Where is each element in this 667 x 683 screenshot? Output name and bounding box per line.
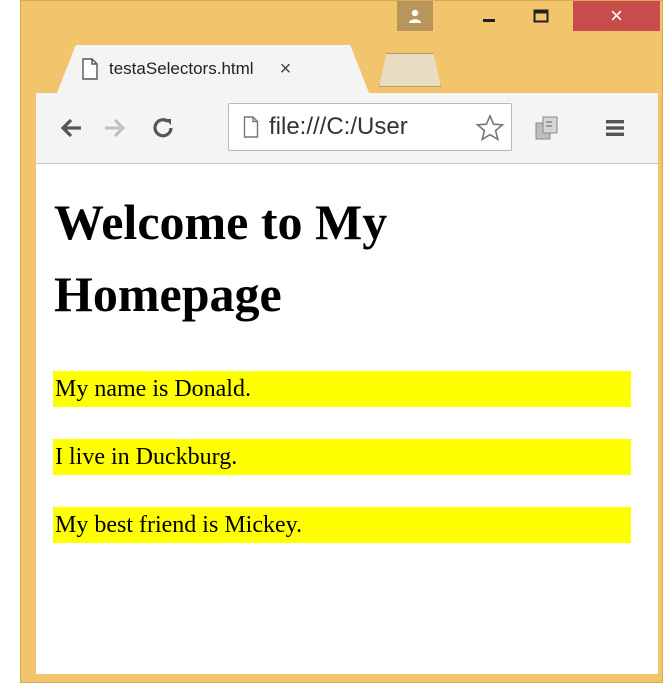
profile-icon (409, 9, 421, 23)
browser-window: × testaSelectors.html × file:///C:/User … (20, 0, 663, 683)
minimize-button[interactable] (469, 1, 509, 31)
menu-icon (606, 120, 624, 136)
maximize-icon (533, 9, 549, 23)
tab-close-button[interactable]: × (280, 58, 292, 81)
browser-toolbar: file:///C:/User (36, 93, 658, 164)
page-icon (82, 58, 98, 80)
paragraph-friend: My best friend is Mickey. (53, 507, 631, 543)
tab-content[interactable]: testaSelectors.html × (61, 45, 363, 93)
close-window-button[interactable]: × (573, 1, 660, 31)
menu-button[interactable] (600, 113, 630, 143)
page-icon (243, 116, 259, 138)
reload-button[interactable] (148, 113, 178, 143)
profile-button[interactable] (397, 1, 433, 31)
paragraph-location: I live in Duckburg. (53, 439, 631, 475)
tab-title: testaSelectors.html (109, 59, 254, 78)
back-button[interactable] (56, 113, 86, 143)
new-tab-button[interactable] (379, 53, 441, 87)
back-arrow-icon (60, 118, 81, 138)
extensions-button[interactable] (532, 113, 562, 143)
close-icon: × (610, 3, 623, 28)
address-url: file:///C:/User (269, 113, 408, 140)
page-heading: Welcome to My Homepage (54, 194, 388, 322)
address-bar[interactable]: file:///C:/User (228, 103, 512, 151)
extensions-icon (535, 116, 558, 140)
paragraph-name: My name is Donald. (53, 371, 631, 407)
page-viewport: Welcome to My Homepage My name is Donald… (36, 164, 658, 674)
maximize-button[interactable] (521, 1, 561, 31)
star-icon[interactable] (475, 114, 505, 142)
reload-icon (153, 118, 173, 138)
forward-arrow-icon (105, 118, 126, 138)
forward-button[interactable] (100, 113, 130, 143)
minimize-icon (483, 19, 495, 22)
